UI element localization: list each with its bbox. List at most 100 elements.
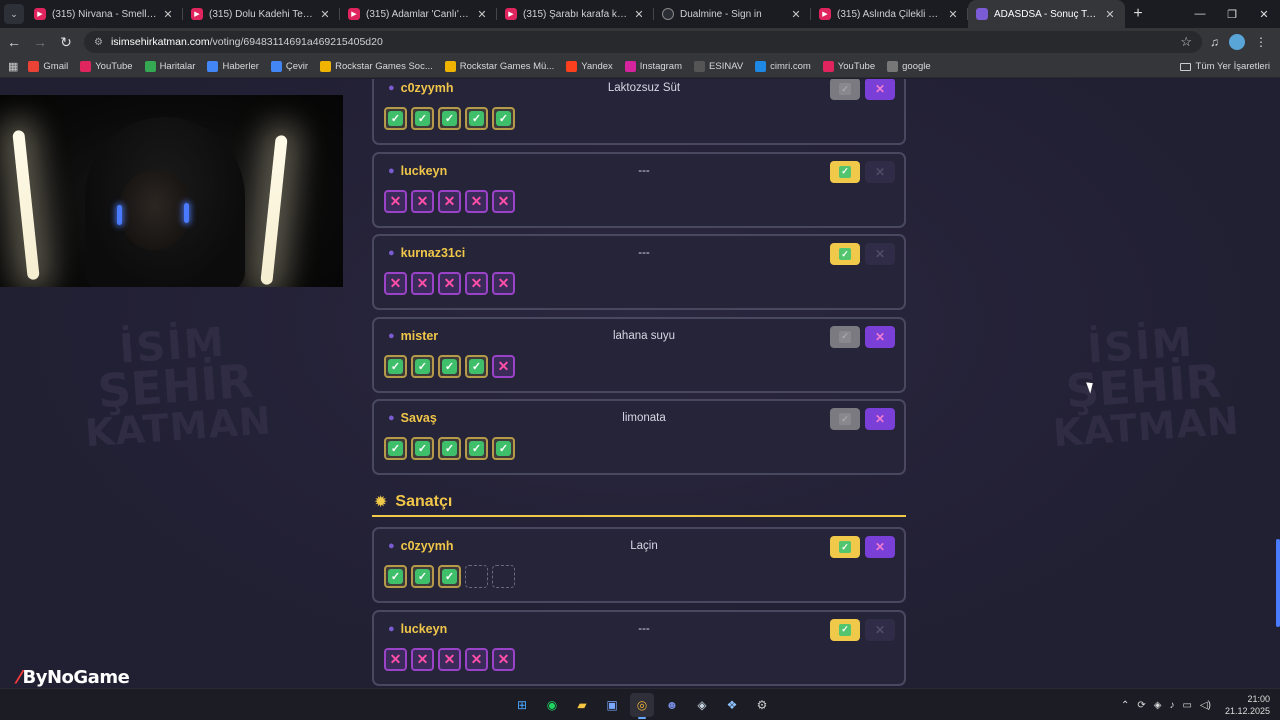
approve-button[interactable]: ✓ — [830, 243, 860, 265]
headphone-light-right — [184, 203, 189, 223]
approve-button[interactable]: ✓ — [830, 408, 860, 430]
tray-network-icon[interactable]: ▭ — [1182, 700, 1191, 711]
site-info-icon[interactable]: ⚙ — [94, 37, 103, 48]
bookmark-item[interactable]: Haberler — [207, 61, 259, 72]
tray-steam-icon[interactable]: ◈ — [1154, 700, 1162, 711]
browser-tab[interactable]: Dualmine - Sign in ✕ — [654, 0, 811, 28]
back-icon[interactable]: ← — [2, 34, 26, 50]
close-tab-icon[interactable]: ✕ — [475, 8, 489, 21]
approve-button[interactable]: ✓ — [830, 618, 860, 641]
clock[interactable]: 21:00 21.12.2025 — [1225, 693, 1270, 717]
bookmark-item[interactable]: Rockstar Games Soc... — [320, 61, 433, 72]
windows-icon[interactable]: ⊞ — [510, 693, 534, 717]
vote-approve-icon: ✓ — [438, 437, 461, 460]
restore-icon[interactable]: ❐ — [1216, 0, 1248, 28]
bookmark-item[interactable]: YouTube — [80, 61, 133, 72]
folder-icon — [1179, 62, 1191, 71]
close-tab-icon[interactable]: ✕ — [789, 8, 803, 21]
chrome-icon[interactable]: ◎ — [630, 693, 654, 719]
close-tab-icon[interactable]: ✕ — [1103, 8, 1117, 21]
translate-icon — [270, 61, 282, 72]
all-bookmarks-label: Tüm Yer İşaretleri — [1195, 61, 1270, 72]
tray-sync-icon[interactable]: ⟳ — [1137, 700, 1145, 711]
browser-tab[interactable]: ▶ (315) Adamlar 'Canlı' : FadeOut ✕ — [340, 0, 497, 28]
brand-mark-icon: ⁄ — [18, 667, 21, 688]
bookmark-item[interactable]: YouTube — [822, 61, 875, 72]
bookmark-item[interactable]: Haritalar — [144, 61, 195, 72]
store-icon[interactable]: ▣ — [600, 693, 624, 717]
tray-volume-icon[interactable]: ◁) — [1200, 700, 1211, 711]
vote-approve-icon: ✓ — [492, 107, 515, 130]
bookmark-item[interactable]: ESINAV — [694, 61, 743, 72]
apps-grid-icon[interactable]: ▦ — [8, 60, 18, 73]
voting-page: İSİM ŞEHİR KATMAN İSİM ŞEHİR KATMAN ● c0z… — [0, 79, 1280, 688]
close-tab-icon[interactable]: ✕ — [318, 8, 332, 21]
reject-button[interactable]: ✕ — [865, 618, 895, 641]
approve-button[interactable]: ✓ — [830, 325, 860, 348]
steam-icon[interactable]: ◈ — [690, 693, 714, 717]
tray-chevron-icon[interactable]: ⌃ — [1121, 700, 1129, 711]
bookmark-item[interactable]: Çevir — [270, 61, 308, 72]
media-control-icon[interactable]: ♫ — [1210, 35, 1219, 49]
user-icon: ● — [388, 329, 395, 342]
profile-avatar[interactable] — [1229, 34, 1245, 50]
clock-time: 21:00 — [1247, 694, 1270, 704]
bookmark-item[interactable]: Instagram — [624, 61, 682, 72]
bookmark-item[interactable]: google — [887, 61, 931, 72]
scrollbar[interactable] — [1276, 79, 1280, 688]
news-icon — [207, 61, 219, 72]
all-bookmarks[interactable]: Tüm Yer İşaretleri — [1179, 61, 1270, 72]
reload-icon[interactable]: ↻ — [54, 34, 78, 51]
bookmark-item[interactable]: Yandex — [566, 61, 613, 72]
app-icon[interactable]: ❖ — [720, 693, 744, 717]
reject-button[interactable]: ✕ — [865, 325, 895, 348]
vote-row: ✕ ✕ ✕ ✕ ✕ — [384, 272, 515, 295]
vote-row: ✕ ✕ ✕ ✕ ✕ — [384, 647, 515, 671]
browser-tab[interactable]: ▶ (315) Nirvana - Smells Like Teen Spirit… — [26, 0, 183, 28]
close-tab-icon[interactable]: ✕ — [632, 8, 646, 21]
new-tab-button[interactable]: + — [1125, 5, 1151, 23]
reject-button[interactable]: ✕ — [865, 160, 895, 183]
tab-strip: ⌄ ▶ (315) Nirvana - Smells Like Teen Spir… — [0, 0, 1280, 28]
close-window-icon[interactable]: ✕ — [1248, 0, 1280, 28]
answer-card: ● Savaş limonata ✓ ✓ ✓ ✓ ✓ ✓ ✕ — [372, 399, 906, 475]
reject-button[interactable]: ✕ — [865, 243, 895, 265]
close-tab-icon[interactable]: ✕ — [946, 8, 960, 21]
sun-icon: ✹ — [374, 494, 388, 511]
answer-text: --- — [638, 622, 650, 635]
forward-icon[interactable]: → — [28, 34, 52, 50]
reject-button[interactable]: ✕ — [865, 79, 895, 100]
close-tab-icon[interactable]: ✕ — [161, 8, 175, 21]
vote-approve-icon: ✓ — [438, 107, 461, 130]
tab-search-button[interactable]: ⌄ — [4, 4, 24, 24]
tray-mic-icon[interactable]: ♪ — [1169, 700, 1174, 711]
approve-button[interactable]: ✓ — [830, 160, 860, 183]
minimize-icon[interactable]: — — [1184, 0, 1216, 28]
scrollbar-thumb[interactable] — [1276, 539, 1280, 627]
bookmark-item[interactable]: Rockstar Games Mü... — [444, 61, 554, 72]
bookmark-item[interactable]: Gmail — [28, 61, 68, 72]
approve-button[interactable]: ✓ — [830, 79, 860, 100]
discord-icon[interactable]: ☻ — [660, 693, 684, 717]
bookmark-item[interactable]: cimri.com — [755, 61, 811, 72]
browser-tab[interactable]: ▶ (315) Aslında Çilekli süt iyiydi # ✕ — [811, 0, 968, 28]
browser-tab[interactable]: ▶ (315) Dolu Kadehi Ters Tut - Dil ✕ — [183, 0, 340, 28]
category-title: Sanatçı — [395, 493, 453, 510]
address-bar[interactable]: ⚙ isimsehirkatman.com /voting/6948311469… — [84, 31, 1202, 53]
settings-icon[interactable]: ⚙ — [750, 693, 774, 717]
vote-approve-icon: ✓ — [411, 107, 434, 130]
player-name: ● c0zyymh — [388, 81, 453, 95]
player-name: ● luckeyn — [388, 164, 447, 178]
reject-button[interactable]: ✕ — [865, 408, 895, 430]
browser-tab[interactable]: ▶ (315) Şarabı karafa koymak ! - Y ✕ — [497, 0, 654, 28]
answer-text: --- — [638, 164, 650, 177]
menu-icon[interactable]: ⋮ — [1255, 35, 1267, 49]
spotify-icon[interactable]: ◉ — [540, 693, 564, 717]
youtube-icon — [822, 61, 834, 72]
yandex-icon — [566, 61, 578, 72]
reject-button[interactable]: ✕ — [865, 536, 895, 558]
file-explorer-icon[interactable]: ▰ — [570, 693, 594, 717]
bookmark-star-icon[interactable]: ☆ — [1180, 34, 1192, 50]
browser-tab[interactable]: ADASDSA - Sonuç Tablosu ✕ — [968, 0, 1125, 28]
approve-button[interactable]: ✓ — [830, 536, 860, 558]
